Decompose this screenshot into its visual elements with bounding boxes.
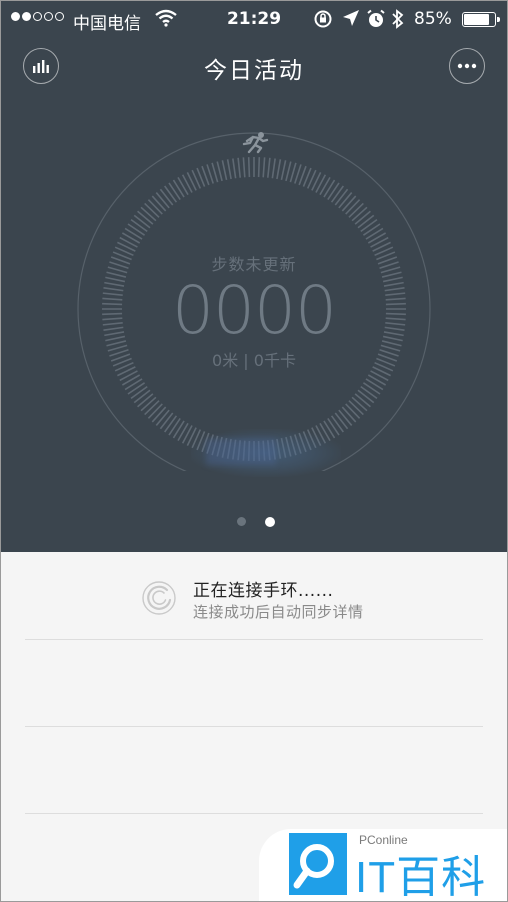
- nav-bar: 今日活动: [1, 45, 507, 91]
- status-bar: 中国电信 21:29 85%: [1, 1, 507, 39]
- logo-mark: [289, 833, 347, 895]
- bluetooth-icon: [391, 9, 405, 34]
- watermark-logo: PConline IT百科: [259, 829, 507, 902]
- step-count: 0000: [172, 272, 337, 349]
- connection-status: 正在连接手环...... 连接成功后自动同步详情: [141, 574, 441, 624]
- battery-icon: [462, 12, 500, 27]
- more-button[interactable]: [449, 48, 485, 84]
- logo-big-text: IT百科: [355, 853, 487, 902]
- distance-calories: 0米 | 0千卡: [212, 351, 296, 370]
- more-icon: [457, 63, 477, 69]
- battery-percent: 85%: [414, 9, 452, 29]
- divider: [25, 813, 483, 814]
- app-screen: 中国电信 21:29 85% 今日活动 步数未更新 0000 0米 | 0千卡 …: [0, 0, 508, 902]
- running-icon: [242, 132, 269, 154]
- page-dot-1[interactable]: [237, 517, 246, 526]
- page-indicator[interactable]: [237, 517, 275, 527]
- divider: [25, 639, 483, 640]
- blurred-region: [191, 429, 341, 477]
- rotation-lock-icon: [313, 9, 333, 34]
- connection-title: 正在连接手环......: [193, 581, 334, 601]
- alarm-icon: [366, 9, 386, 34]
- connection-subtitle: 连接成功后自动同步详情: [193, 603, 364, 621]
- divider: [25, 726, 483, 727]
- page-title: 今日活动: [204, 58, 304, 84]
- activity-panel: 中国电信 21:29 85% 今日活动 步数未更新 0000 0米 | 0千卡: [1, 1, 507, 552]
- page-dot-2[interactable]: [265, 517, 275, 527]
- location-icon: [342, 9, 360, 32]
- spinner-icon: [142, 581, 176, 615]
